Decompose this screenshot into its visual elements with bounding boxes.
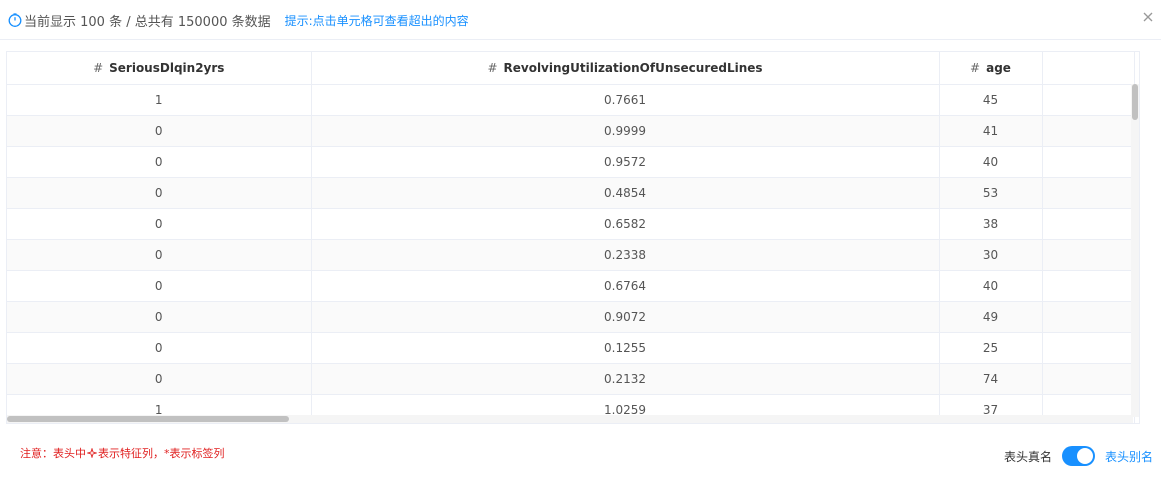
table-cell[interactable]: 0.6582 <box>311 208 940 240</box>
table-cell-empty <box>1042 239 1135 271</box>
table-cell[interactable]: 0.1255 <box>311 332 940 364</box>
table-cell[interactable]: 41 <box>939 115 1043 147</box>
table-row: 0 0.2338 30 <box>7 239 1135 271</box>
table-row: 1 0.7661 45 <box>7 84 1135 116</box>
column-header[interactable]: # SeriousDlqin2yrs <box>7 52 312 85</box>
table-cell[interactable]: 0.2338 <box>311 239 940 271</box>
switch-label-real-name: 表头真名 <box>1003 449 1052 464</box>
table-cell-empty <box>1042 270 1135 302</box>
feature-icon <box>87 448 97 458</box>
vertical-scroll-thumb[interactable] <box>1132 84 1138 120</box>
table-cell[interactable]: 0 <box>7 208 312 240</box>
table-cell-empty <box>1042 177 1135 209</box>
table-cell[interactable]: 49 <box>939 301 1043 333</box>
table-cell[interactable]: 0.4854 <box>311 177 940 209</box>
table-cell[interactable]: 74 <box>939 363 1043 395</box>
table-cell[interactable]: 40 <box>939 146 1043 178</box>
note-text: 注意：表头中 表示特征列，*表示标签列 <box>20 447 225 460</box>
horizontal-scrollbar[interactable] <box>7 415 1133 423</box>
toggle-knob <box>1076 448 1093 464</box>
table-cell[interactable]: 40 <box>939 270 1043 302</box>
table-cell[interactable]: 53 <box>939 177 1043 209</box>
table-cell[interactable]: 0.2132 <box>311 363 940 395</box>
table-cell[interactable]: 0.9999 <box>311 115 940 147</box>
column-header[interactable]: # age <box>939 52 1043 85</box>
header-alias-toggle[interactable] <box>1061 446 1095 466</box>
table-cell[interactable]: 0 <box>7 332 312 364</box>
table-cell[interactable]: 0 <box>7 301 312 333</box>
table-row: 0 0.9072 49 <box>7 301 1135 333</box>
table-cell-empty <box>1042 115 1135 147</box>
table-cell[interactable]: 0.9572 <box>311 146 940 178</box>
column-header[interactable]: # RevolvingUtilizationOfUnsecuredLines <box>311 52 940 85</box>
table-cell-empty <box>1042 301 1135 333</box>
table-header-row: # SeriousDlqin2yrs # RevolvingUtilizationO… <box>7 52 1135 85</box>
table-cell[interactable]: 0 <box>7 239 312 271</box>
table-cell[interactable]: 0 <box>7 363 312 395</box>
vertical-scrollbar[interactable] <box>1131 84 1139 417</box>
hint-text: 提示:点击单元格可查看超出的内容 <box>284 13 469 28</box>
header-name-switch-row: 表头真名 表头别名 <box>1004 446 1153 466</box>
table-cell-empty <box>1042 84 1135 116</box>
table-cell[interactable]: 45 <box>939 84 1043 116</box>
clock-icon <box>8 13 22 27</box>
table-cell[interactable]: 0.7661 <box>311 84 940 116</box>
column-header-empty <box>1042 52 1135 85</box>
table-cell[interactable]: 0.9072 <box>311 301 940 333</box>
table-row: 0 0.6582 38 <box>7 208 1135 240</box>
table-cell[interactable]: 1 <box>7 84 312 116</box>
table-row: 0 0.2132 74 <box>7 363 1135 395</box>
horizontal-scroll-thumb[interactable] <box>7 416 289 422</box>
table-cell[interactable]: 0 <box>7 115 312 147</box>
table-row: 0 0.6764 40 <box>7 270 1135 302</box>
dialog-header: 当前显示 100 条 / 总共有 150000 条数据 提示:点击单元格可查看超… <box>0 0 1161 40</box>
table-cell[interactable]: 0 <box>7 146 312 178</box>
table-cell-empty <box>1042 363 1135 395</box>
close-icon[interactable] <box>1141 10 1155 24</box>
table-cell-empty <box>1042 146 1135 178</box>
table-row: 0 0.4854 53 <box>7 177 1135 209</box>
table-cell[interactable]: 38 <box>939 208 1043 240</box>
table-cell-empty <box>1042 208 1135 240</box>
table-cell[interactable]: 0.6764 <box>311 270 940 302</box>
table-cell[interactable]: 30 <box>939 239 1043 271</box>
table-cell[interactable]: 0 <box>7 270 312 302</box>
table-cell-empty <box>1042 332 1135 364</box>
table-row: 0 0.9572 40 <box>7 146 1135 178</box>
data-table: # SeriousDlqin2yrs # RevolvingUtilizationO… <box>6 51 1140 424</box>
table-cell[interactable]: 0 <box>7 177 312 209</box>
table-cell[interactable]: 25 <box>939 332 1043 364</box>
table-row: 0 0.9999 41 <box>7 115 1135 147</box>
record-count-text: 当前显示 100 条 / 总共有 150000 条数据 <box>24 14 271 30</box>
data-info: 当前显示 100 条 / 总共有 150000 条数据 提示:点击单元格可查看超… <box>8 11 469 30</box>
switch-label-alias: 表头别名 <box>1104 449 1153 464</box>
table-row: 0 0.1255 25 <box>7 332 1135 364</box>
